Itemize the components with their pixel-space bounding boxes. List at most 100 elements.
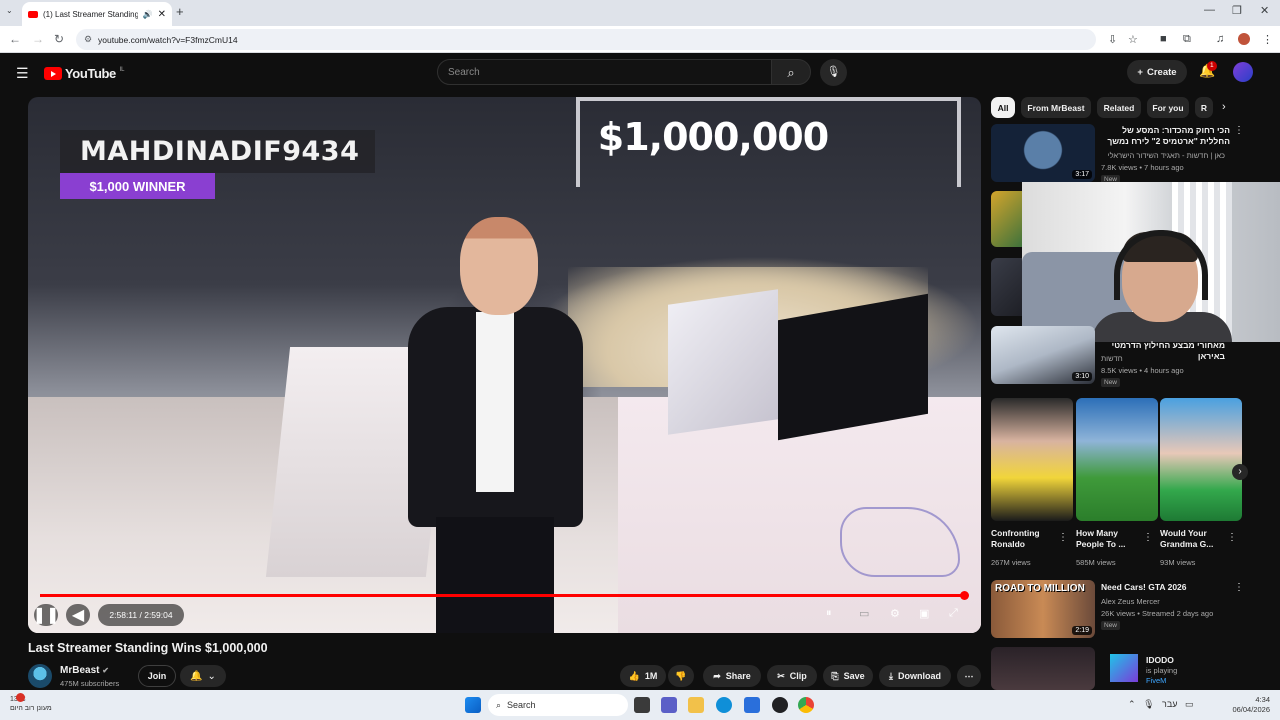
subtitles-icon[interactable]: ▭ — [859, 607, 869, 620]
minimize-icon[interactable]: — — [1204, 4, 1215, 16]
miniplayer-icon[interactable]: ▣ — [919, 607, 929, 620]
taskbar-clock[interactable]: 4:34 06/04/2026 — [1226, 695, 1270, 715]
short-menu-icon[interactable]: ⋮ — [1058, 532, 1068, 543]
download-button[interactable]: ⤓ Download — [879, 665, 951, 687]
shorts-next-icon[interactable]: › — [1232, 464, 1248, 480]
live-avatar[interactable] — [1110, 654, 1138, 682]
channel-name[interactable]: MrBeast ✔ — [60, 665, 109, 676]
reload-icon[interactable]: ↻ — [54, 32, 64, 46]
short-menu-icon[interactable]: ⋮ — [1227, 532, 1237, 543]
rec-title[interactable]: Need Cars! GTA 2026 — [1101, 582, 1226, 593]
rec-menu-icon[interactable]: ⋮ — [1234, 125, 1244, 136]
system-tray[interactable]: ⌃ 🎙 עבר ▭ — [1128, 699, 1193, 710]
rec-thumbnail[interactable] — [991, 647, 1095, 690]
progress-fill — [40, 594, 965, 597]
chip-from-mrbeast[interactable]: From MrBeast — [1021, 97, 1091, 118]
short-title[interactable]: Would Your Grandma G... — [1160, 528, 1226, 550]
like-button[interactable]: 👍 1M — [620, 665, 666, 687]
browser-profile-avatar[interactable] — [1238, 33, 1250, 45]
short-title[interactable]: How Many People To ... — [1076, 528, 1142, 550]
forward-icon[interactable]: → — [32, 32, 44, 46]
settings-gear-icon[interactable]: ⚙ — [890, 607, 900, 620]
tray-language[interactable]: עבר — [1162, 699, 1177, 709]
browser-menu-icon[interactable]: ⋮ — [1262, 33, 1273, 46]
extension-icon[interactable]: ■ — [1160, 33, 1167, 45]
site-info-icon[interactable]: ⚙ — [84, 34, 92, 45]
youtube-logo[interactable]: YouTube IL — [44, 66, 125, 81]
pause-button[interactable]: ❚❚ — [33, 604, 59, 626]
media-control-icon[interactable]: ♫ — [1216, 33, 1224, 45]
back-icon[interactable]: ← — [9, 32, 21, 46]
short-menu-icon[interactable]: ⋮ — [1143, 532, 1153, 543]
voice-search-button[interactable]: 🎙 — [820, 59, 847, 86]
rec-views: 7.8K views • 7 hours ago — [1101, 163, 1184, 172]
teams-icon[interactable] — [661, 697, 677, 713]
video-player[interactable]: MAHDINADIF9434 $1,000 WINNER $1,000,000 … — [28, 97, 981, 633]
more-icon: ⋯ — [964, 670, 974, 681]
tray-network-icon[interactable]: ▭ — [1185, 699, 1194, 709]
edge-icon[interactable] — [716, 697, 732, 713]
tray-mic-icon[interactable]: 🎙 — [1143, 699, 1154, 709]
save-button[interactable]: ⎘ Save — [823, 665, 873, 687]
search-button[interactable]: ⌕ — [771, 59, 811, 85]
audio-icon[interactable]: 🔊 — [143, 10, 153, 19]
chip-related[interactable]: Related — [1097, 97, 1141, 118]
menu-icon[interactable]: ☰ — [16, 65, 29, 82]
volume-button[interactable]: ◀ — [66, 604, 90, 626]
progress-bar[interactable] — [40, 591, 970, 600]
chip-all[interactable]: All — [991, 97, 1015, 118]
search-input[interactable]: Search — [437, 59, 772, 85]
short-thumbnail[interactable] — [991, 398, 1073, 521]
new-tab-button[interactable]: + — [176, 4, 184, 19]
autoplay-toggle-icon[interactable]: ⏸ — [826, 607, 832, 620]
more-actions-button[interactable]: ⋯ — [957, 665, 981, 687]
rec-title[interactable]: הכי רחוק מהכדור: המסע של החללית "ארטמיס … — [1100, 125, 1230, 147]
rec-menu-icon[interactable]: ⋮ — [1234, 582, 1244, 593]
file-explorer-icon[interactable] — [688, 697, 704, 713]
join-button[interactable]: Join — [138, 665, 176, 687]
channel-avatar[interactable] — [28, 664, 52, 688]
short-views: 93M views — [1160, 558, 1196, 567]
browser-tab[interactable]: (1) Last Streamer Standing 🔊 ✕ — [22, 2, 172, 26]
close-window-icon[interactable]: ✕ — [1260, 4, 1269, 17]
create-button[interactable]: + Create — [1127, 60, 1187, 84]
avatar[interactable] — [1233, 62, 1253, 82]
tab-search-icon[interactable]: ⌄ — [6, 6, 13, 15]
bookmark-star-icon[interactable]: ☆ — [1128, 33, 1138, 46]
chip-more[interactable]: R — [1195, 97, 1213, 118]
windows-start-icon[interactable] — [465, 697, 481, 713]
live-name[interactable]: IDODO — [1146, 655, 1174, 666]
plus-icon: + — [1137, 66, 1143, 78]
windows-taskbar: 13°C מעונן רוב היום ⌕ Search ⌃ 🎙 עבר ▭ 4… — [0, 690, 1280, 720]
tray-chevron-icon[interactable]: ⌃ — [1128, 699, 1136, 709]
share-button[interactable]: ➦ Share — [703, 665, 761, 687]
short-thumbnail[interactable] — [1076, 398, 1158, 521]
chrome-icon[interactable] — [798, 697, 814, 713]
puzzle-icon[interactable]: ⧉ — [1183, 33, 1191, 46]
url-input[interactable]: ⚙ youtube.com/watch?v=F3fmzCmU14 — [76, 29, 1096, 50]
rec-thumbnail[interactable]: ROAD TO MILLION 2:19 — [991, 580, 1095, 638]
rec-thumbnail[interactable]: 3:10 — [991, 326, 1095, 384]
rec-channel[interactable]: חדשות — [1101, 354, 1161, 363]
clip-button[interactable]: ✂ Clip — [767, 665, 817, 687]
short-views: 585M views — [1076, 558, 1116, 567]
store-icon[interactable] — [744, 697, 760, 713]
install-icon[interactable]: ⇩ — [1108, 33, 1117, 46]
app-icon[interactable] — [772, 697, 788, 713]
chip-for-you[interactable]: For you — [1147, 97, 1189, 118]
rec-channel[interactable]: כאן | חדשות - תאגיד השידור הישראלי — [1100, 151, 1225, 160]
dislike-button[interactable]: 👎 — [668, 665, 694, 687]
rec-channel[interactable]: Alex Zeus Mercer — [1101, 597, 1160, 606]
fullscreen-icon[interactable]: ⤢ — [949, 607, 958, 620]
maximize-icon[interactable]: ❐ — [1232, 4, 1242, 17]
taskbar-search[interactable]: ⌕ Search — [488, 694, 628, 716]
task-view-icon[interactable] — [634, 697, 650, 713]
chips-next-icon[interactable]: › — [1222, 101, 1226, 113]
subscription-bell-button[interactable]: 🔔 ⌄ — [180, 665, 226, 687]
tab-close-icon[interactable]: ✕ — [158, 9, 166, 20]
rec-thumbnail[interactable]: 3:17 — [991, 124, 1095, 182]
browser-tab-bar: ⌄ (1) Last Streamer Standing 🔊 ✕ + — ❐ ✕ — [0, 0, 1280, 26]
live-status: is playing — [1146, 666, 1178, 675]
short-title[interactable]: Confronting Ronaldo — [991, 528, 1053, 550]
short-thumbnail[interactable] — [1160, 398, 1242, 521]
